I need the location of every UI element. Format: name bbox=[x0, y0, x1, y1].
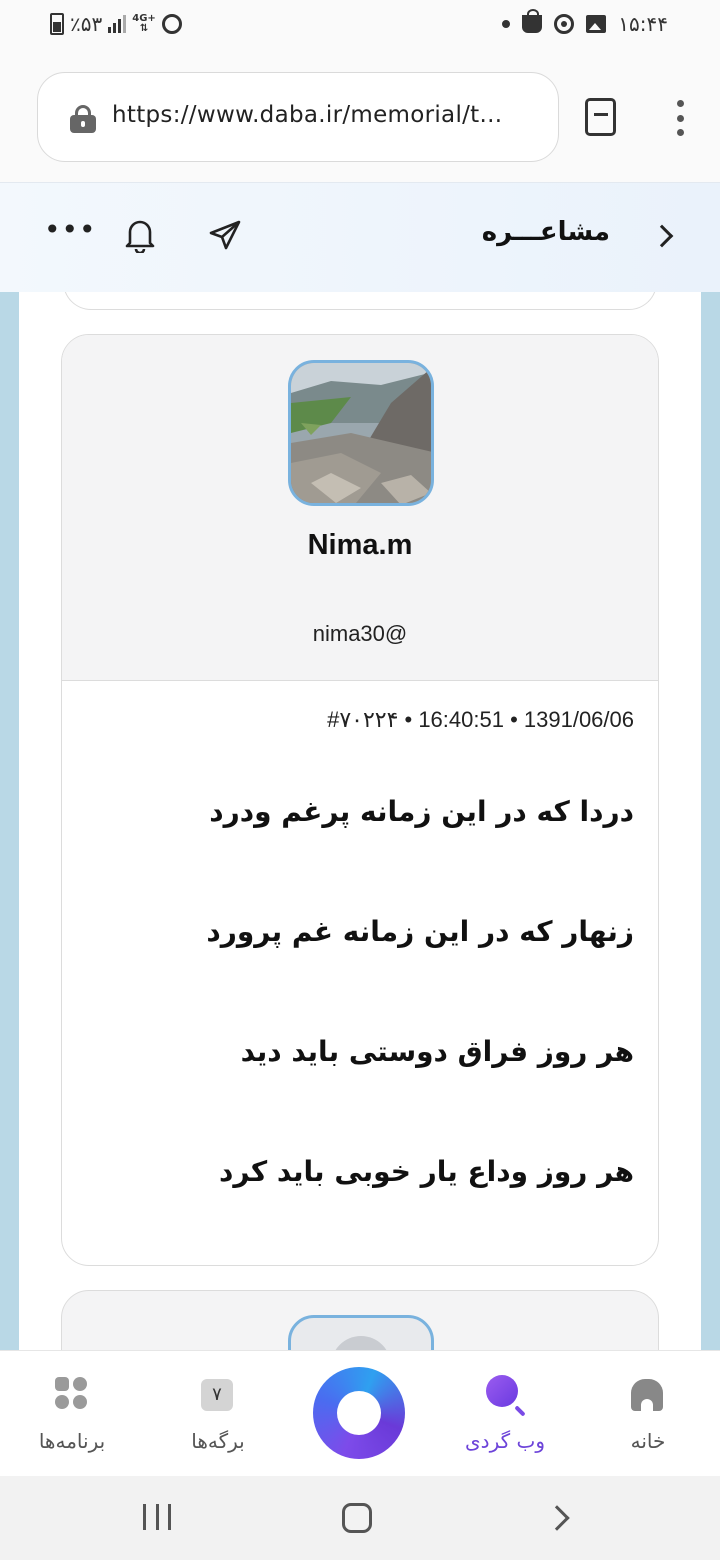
system-back-icon[interactable] bbox=[544, 1505, 570, 1531]
apps-grid-icon bbox=[55, 1377, 89, 1411]
nav-apps[interactable]: برنامه‌ها bbox=[22, 1351, 122, 1477]
browser-logo-button[interactable] bbox=[313, 1367, 405, 1459]
system-home-icon[interactable] bbox=[342, 1503, 372, 1533]
avatar[interactable] bbox=[288, 360, 434, 506]
mountain-avatar-image bbox=[291, 363, 431, 503]
system-navigation-bar bbox=[0, 1476, 720, 1560]
page-title: مشاعـــره bbox=[481, 217, 610, 247]
poem-verse: دردا که در این زمانه پرغم ودرد bbox=[209, 795, 634, 828]
bottom-navigation: خانه وب گردی ۷ برگه‌ها برنامه‌ها bbox=[0, 1350, 720, 1476]
nav-tabs[interactable]: ۷ برگه‌ها bbox=[168, 1351, 268, 1477]
nav-home[interactable]: خانه bbox=[598, 1351, 698, 1477]
avatar[interactable] bbox=[288, 1315, 434, 1350]
battery-icon bbox=[50, 13, 64, 35]
nav-tabs-label: برگه‌ها bbox=[191, 1429, 245, 1453]
send-icon[interactable] bbox=[208, 219, 242, 251]
status-left: ٪۵۳ 4G+ ⇅ bbox=[50, 12, 182, 36]
post-author-header: Nima.m nima30@ bbox=[62, 335, 658, 681]
url-text[interactable]: https://www.daba.ir/memorial/t... bbox=[112, 102, 502, 128]
post-card: Nima.m nima30@ #۷۰۲۲۴ • 16:40:51 • 1391/… bbox=[61, 334, 659, 1266]
gallery-icon bbox=[586, 15, 607, 33]
nav-web-label: وب گردی bbox=[465, 1429, 545, 1453]
content-column: Nima.m nima30@ #۷۰۲۲۴ • 16:40:51 • 1391/… bbox=[19, 292, 701, 1350]
signal-icon bbox=[108, 15, 127, 33]
chevron-right-icon[interactable] bbox=[650, 224, 674, 248]
next-post-card bbox=[61, 1290, 659, 1350]
bookmark-icon[interactable] bbox=[585, 98, 616, 136]
poem-verse: هر روز فراق دوستی باید دید bbox=[240, 1035, 634, 1068]
browser-toolbar: https://www.daba.ir/memorial/t... bbox=[0, 52, 720, 182]
nav-apps-label: برنامه‌ها bbox=[38, 1429, 106, 1453]
post-username[interactable]: Nima.m bbox=[62, 529, 658, 562]
app-notification-icon bbox=[554, 14, 575, 34]
clock: ۱۵:۴۴ bbox=[618, 12, 668, 36]
post-meta: #۷۰۲۲۴ • 16:40:51 • 1391/06/06 bbox=[327, 707, 634, 732]
nav-home-label: خانه bbox=[630, 1429, 666, 1453]
bell-icon[interactable] bbox=[124, 217, 156, 253]
poem-verse: زنهار که در این زمانه غم پرورد bbox=[206, 915, 634, 948]
address-bar[interactable]: https://www.daba.ir/memorial/t... bbox=[37, 72, 559, 162]
status-bar: ٪۵۳ 4G+ ⇅ ۱۵:۴۴ bbox=[0, 0, 720, 52]
post-handle[interactable]: nima30@ bbox=[62, 621, 658, 647]
recents-icon[interactable] bbox=[143, 1504, 171, 1532]
status-right: ۱۵:۴۴ bbox=[502, 9, 668, 36]
more-options-icon[interactable] bbox=[675, 100, 685, 136]
network-type: 4G+ ⇅ bbox=[132, 13, 156, 34]
home-icon bbox=[631, 1379, 663, 1411]
nav-web-browsing[interactable]: وب گردی bbox=[450, 1351, 560, 1477]
alarm-icon bbox=[161, 14, 182, 34]
lock-icon[interactable] bbox=[70, 105, 96, 133]
notification-dot-icon bbox=[502, 20, 511, 28]
shopping-bag-icon bbox=[522, 9, 543, 33]
poem-verse: هر روز وداع یار خوبی باید کرد bbox=[219, 1155, 634, 1188]
search-icon bbox=[486, 1375, 518, 1407]
site-header: ••• مشاعـــره bbox=[0, 182, 720, 292]
previous-post-card bbox=[63, 292, 657, 310]
tabs-count-icon: ۷ bbox=[201, 1379, 233, 1411]
more-horizontal-icon[interactable]: ••• bbox=[44, 213, 97, 246]
battery-level: ٪۵۳ bbox=[70, 12, 103, 36]
